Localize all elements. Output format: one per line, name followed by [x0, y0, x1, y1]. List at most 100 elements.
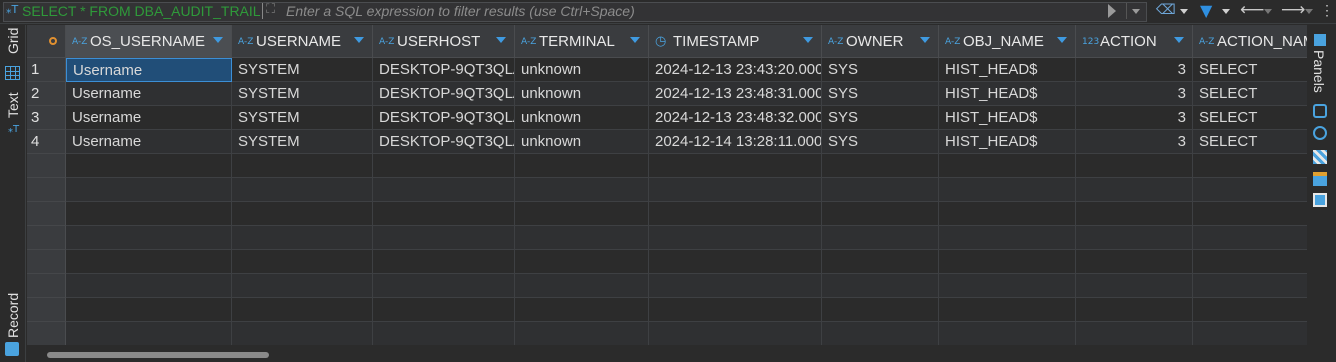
table-row[interactable]	[27, 154, 1307, 178]
record-view-icon[interactable]	[5, 342, 19, 356]
sort-arrow-icon[interactable]	[803, 37, 813, 43]
table-row[interactable]	[27, 322, 1307, 345]
empty-cell[interactable]	[1193, 322, 1307, 345]
empty-cell[interactable]	[822, 202, 939, 226]
empty-cell[interactable]	[1193, 274, 1307, 298]
empty-cell[interactable]	[1193, 178, 1307, 202]
back-arrow-icon[interactable]: ⟵	[1240, 0, 1264, 20]
empty-cell[interactable]	[515, 154, 649, 178]
more-options-icon[interactable]: ⋮	[1320, 2, 1334, 20]
metadata-icon[interactable]	[1313, 126, 1327, 140]
table-row[interactable]: 2 Username SYSTEM DESKTOP-9QT3QLA unknown 202…	[27, 82, 1307, 106]
table-row[interactable]	[27, 274, 1307, 298]
table-row[interactable]: 3 Username SYSTEM DESKTOP-9QT3QLA unknown 202…	[27, 106, 1307, 130]
table-cell[interactable]: SYSTEM	[232, 82, 373, 106]
empty-cell[interactable]	[515, 202, 649, 226]
empty-cell[interactable]	[66, 250, 232, 274]
table-cell[interactable]: SYS	[822, 130, 939, 154]
empty-cell[interactable]	[373, 322, 515, 345]
empty-cell[interactable]	[66, 298, 232, 322]
table-cell[interactable]: DESKTOP-9QT3QLA	[373, 82, 515, 106]
empty-cell[interactable]	[939, 202, 1076, 226]
sort-arrow-icon[interactable]	[630, 37, 640, 43]
table-row[interactable]	[27, 226, 1307, 250]
table-row[interactable]	[27, 298, 1307, 322]
table-row[interactable]	[27, 178, 1307, 202]
empty-cell[interactable]	[1076, 178, 1193, 202]
table-cell[interactable]: SELECT	[1193, 130, 1307, 154]
row-number[interactable]	[27, 202, 66, 226]
empty-cell[interactable]	[939, 322, 1076, 345]
empty-cell[interactable]	[515, 178, 649, 202]
table-cell[interactable]: 3	[1076, 106, 1193, 130]
empty-cell[interactable]	[1193, 226, 1307, 250]
empty-cell[interactable]	[1193, 250, 1307, 274]
table-cell[interactable]: DESKTOP-9QT3QLA	[373, 130, 515, 154]
row-number[interactable]: 3	[27, 106, 66, 130]
column-header-timestamp[interactable]: ◷ TIMESTAMP	[649, 25, 822, 58]
panels-tab[interactable]: Panels	[1311, 50, 1329, 96]
empty-cell[interactable]	[515, 322, 649, 345]
table-cell[interactable]: DESKTOP-9QT3QLA	[373, 58, 515, 82]
table-cell[interactable]: SELECT	[1193, 58, 1307, 82]
sort-arrow-icon[interactable]	[496, 37, 506, 43]
table-cell[interactable]: SYSTEM	[232, 130, 373, 154]
empty-cell[interactable]	[1076, 298, 1193, 322]
empty-cell[interactable]	[1076, 250, 1193, 274]
empty-cell[interactable]	[822, 250, 939, 274]
empty-cell[interactable]	[373, 226, 515, 250]
row-number[interactable]: 4	[27, 130, 66, 154]
table-cell[interactable]: unknown	[515, 58, 649, 82]
empty-cell[interactable]	[1193, 154, 1307, 178]
grid-icon[interactable]	[5, 66, 20, 80]
empty-cell[interactable]	[939, 154, 1076, 178]
sort-arrow-icon[interactable]	[1057, 37, 1067, 43]
funnel-filter-icon[interactable]: ▼	[1200, 1, 1218, 21]
empty-cell[interactable]	[515, 274, 649, 298]
empty-cell[interactable]	[66, 178, 232, 202]
empty-cell[interactable]	[822, 226, 939, 250]
empty-cell[interactable]	[515, 226, 649, 250]
empty-cell[interactable]	[649, 202, 822, 226]
row-number[interactable]: 2	[27, 82, 66, 106]
filter-input[interactable]	[286, 2, 1106, 20]
column-header-userhost[interactable]: A-Z USERHOST	[373, 25, 515, 58]
empty-cell[interactable]	[232, 250, 373, 274]
table-cell[interactable]: SYSTEM	[232, 106, 373, 130]
references-icon[interactable]	[1313, 193, 1327, 207]
table-cell[interactable]: DESKTOP-9QT3QLA	[373, 106, 515, 130]
empty-cell[interactable]	[232, 322, 373, 345]
empty-cell[interactable]	[232, 178, 373, 202]
row-number[interactable]	[27, 226, 66, 250]
table-cell[interactable]: Username	[66, 106, 232, 130]
empty-cell[interactable]	[232, 226, 373, 250]
table-cell[interactable]: HIST_HEAD$	[939, 82, 1076, 106]
column-header-action[interactable]: 123 ACTION	[1076, 25, 1193, 58]
column-header-obj-name[interactable]: A-Z OBJ_NAME	[939, 25, 1076, 58]
table-row[interactable]	[27, 250, 1307, 274]
empty-cell[interactable]	[649, 250, 822, 274]
table-cell[interactable]: 3	[1076, 130, 1193, 154]
empty-cell[interactable]	[1076, 154, 1193, 178]
empty-cell[interactable]	[515, 250, 649, 274]
column-header-owner[interactable]: A-Z OWNER	[822, 25, 939, 58]
table-cell[interactable]: SYS	[822, 106, 939, 130]
empty-cell[interactable]	[649, 298, 822, 322]
empty-cell[interactable]	[822, 322, 939, 345]
empty-cell[interactable]	[649, 178, 822, 202]
text-view-icon[interactable]: ⁎T	[8, 124, 19, 135]
empty-cell[interactable]	[515, 298, 649, 322]
empty-cell[interactable]	[232, 274, 373, 298]
sort-arrow-icon[interactable]	[920, 37, 930, 43]
empty-cell[interactable]	[939, 274, 1076, 298]
empty-cell[interactable]	[1076, 202, 1193, 226]
table-cell[interactable]: 2024-12-13 23:43:20.000	[649, 58, 822, 82]
apply-filter-button[interactable]	[1108, 4, 1118, 18]
forward-dropdown-icon[interactable]	[1305, 9, 1313, 14]
table-cell[interactable]: SELECT	[1193, 82, 1307, 106]
row-number[interactable]	[27, 274, 66, 298]
empty-cell[interactable]	[232, 154, 373, 178]
table-cell[interactable]: unknown	[515, 82, 649, 106]
table-row[interactable]: 1 Username SYSTEM DESKTOP-9QT3QLA unknown 202…	[27, 58, 1307, 82]
empty-cell[interactable]	[373, 202, 515, 226]
